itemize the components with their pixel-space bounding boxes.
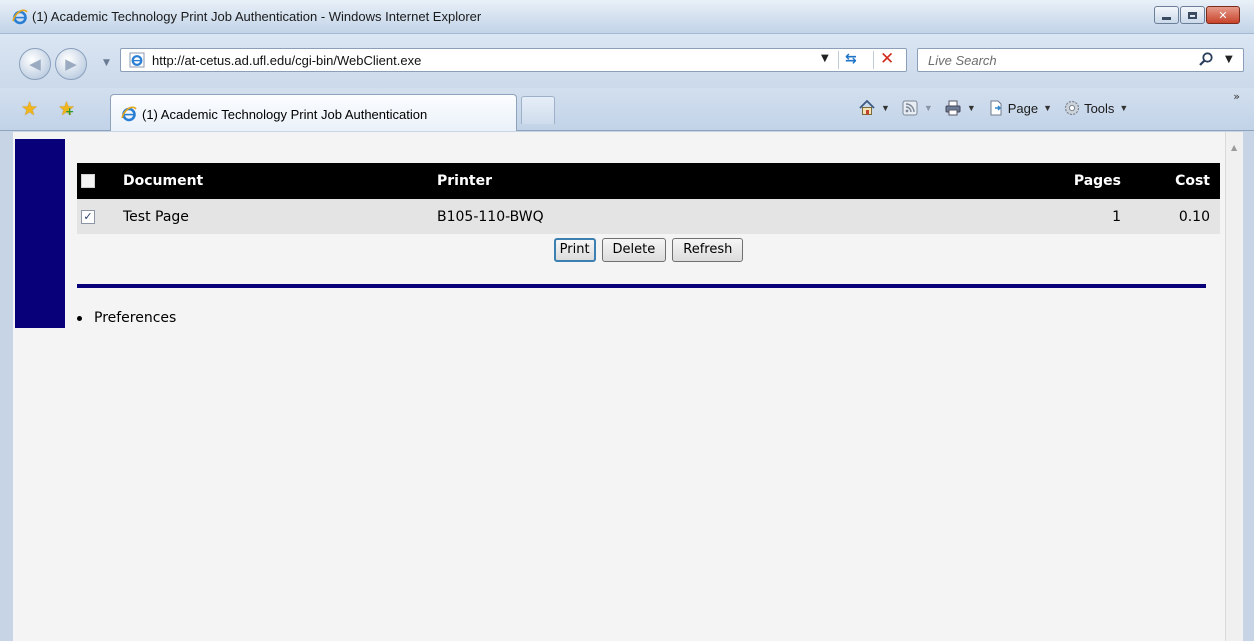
minimize-button[interactable] [1154, 6, 1179, 24]
back-arrow-icon: ◀ [29, 55, 41, 73]
preferences-link[interactable]: Preferences [94, 310, 176, 326]
tools-menu-label[interactable]: Tools [1084, 101, 1114, 116]
print-button[interactable]: Print [553, 238, 596, 262]
address-url[interactable]: http://at-cetus.ad.ufl.edu/cgi-bin/WebCl… [152, 53, 421, 68]
cost-cell: 0.10 [1178, 208, 1210, 225]
recent-pages-dropdown[interactable]: ▼ [103, 58, 110, 68]
minimize-icon [1162, 16, 1171, 20]
scroll-up-arrow-icon[interactable]: ▲ [1231, 143, 1237, 152]
column-header-pages: Pages [1073, 173, 1121, 189]
job-actions: Print Delete Refresh [77, 238, 1220, 262]
address-separator [838, 51, 839, 69]
page-menu-label[interactable]: Page [1008, 101, 1038, 116]
table-row: ✓ Test Page B105-110-BWQ 1 0.10 [77, 199, 1220, 234]
address-toolbar: ◀ ▶ ▼ http://at-cetus.ad.ufl.edu/cgi-bin… [0, 34, 1254, 88]
vertical-scrollbar[interactable]: ▲ [1225, 132, 1243, 641]
internet-explorer-icon [121, 106, 137, 122]
maximize-icon [1188, 11, 1197, 19]
print-dropdown-icon[interactable]: ▼ [967, 103, 976, 113]
address-bar[interactable]: http://at-cetus.ad.ufl.edu/cgi-bin/WebCl… [120, 48, 907, 72]
page-menu-icon[interactable] [987, 99, 1005, 117]
document-cell: Test Page [123, 208, 189, 225]
search-box[interactable]: Live Search ▼ [917, 48, 1244, 72]
close-icon: ✕ [1218, 8, 1228, 22]
print-jobs-table: Document Printer Pages Cost ✓ Test Page … [77, 163, 1220, 234]
new-tab-button[interactable] [521, 96, 555, 124]
page-icon [129, 52, 145, 68]
stop-icon[interactable]: ✕ [880, 49, 894, 69]
delete-button[interactable]: Delete [601, 238, 667, 262]
tab-active[interactable]: (1) Academic Technology Print Job Authen… [110, 94, 517, 131]
window-frame-left [0, 132, 13, 641]
feeds-dropdown-icon[interactable]: ▼ [924, 103, 933, 113]
tools-menu-dropdown-icon[interactable]: ▼ [1119, 103, 1128, 113]
section-divider [77, 284, 1206, 288]
forward-button[interactable]: ▶ [55, 48, 87, 80]
address-separator [873, 51, 874, 69]
select-all-cell [77, 163, 123, 199]
bullet-icon [77, 315, 82, 321]
printer-cell: B105-110-BWQ [437, 208, 544, 225]
print-icon[interactable] [944, 99, 962, 117]
command-bar: ▼ ▼ ▼ Page ▼ Tools ▼ [858, 99, 1139, 117]
page-menu-dropdown-icon[interactable]: ▼ [1043, 103, 1052, 113]
close-button[interactable]: ✕ [1206, 6, 1240, 24]
internet-explorer-icon [12, 9, 28, 25]
page-content: Document Printer Pages Cost ✓ Test Page … [13, 132, 1238, 641]
feeds-icon[interactable] [901, 99, 919, 117]
forward-arrow-icon: ▶ [65, 55, 77, 73]
accent-sidebar [15, 139, 65, 328]
tab-label: (1) Academic Technology Print Job Authen… [142, 107, 428, 122]
tools-gear-icon[interactable] [1063, 99, 1081, 117]
table-header-row: Document Printer Pages Cost [77, 163, 1220, 199]
refresh-icon[interactable]: ⇆ [845, 51, 857, 67]
window-controls: ✕ [1154, 6, 1240, 24]
row-select-checkbox[interactable]: ✓ [81, 209, 95, 224]
search-placeholder[interactable]: Live Search [928, 53, 997, 68]
home-dropdown-icon[interactable]: ▼ [881, 103, 890, 113]
maximize-button[interactable] [1180, 6, 1205, 24]
favorites-star-icon[interactable]: ★ [21, 98, 38, 120]
window-title: (1) Academic Technology Print Job Authen… [32, 9, 482, 24]
search-icon[interactable] [1198, 51, 1214, 67]
row-select-cell: ✓ [77, 199, 123, 234]
pages-cell: 1 [1112, 208, 1121, 225]
column-header-cost: Cost [1175, 173, 1210, 189]
window-frame-right [1243, 132, 1254, 641]
toolbar-overflow-chevron-icon[interactable]: » [1233, 90, 1240, 103]
window-titlebar: (1) Academic Technology Print Job Authen… [0, 0, 1254, 34]
add-favorites-plus-icon: + [65, 105, 75, 118]
column-header-printer: Printer [437, 173, 493, 189]
refresh-button[interactable]: Refresh [672, 238, 744, 262]
address-dropdown-icon[interactable]: ▼ [821, 53, 829, 64]
select-all-checkbox[interactable] [81, 174, 95, 188]
tab-toolbar: ★ ★ + (1) Academic Technology Print Job … [0, 88, 1254, 131]
search-provider-dropdown-icon[interactable]: ▼ [1225, 54, 1233, 65]
column-header-document: Document [123, 173, 204, 189]
preferences-list-item: Preferences [77, 310, 176, 326]
back-button[interactable]: ◀ [19, 48, 51, 80]
home-icon[interactable] [858, 99, 876, 117]
